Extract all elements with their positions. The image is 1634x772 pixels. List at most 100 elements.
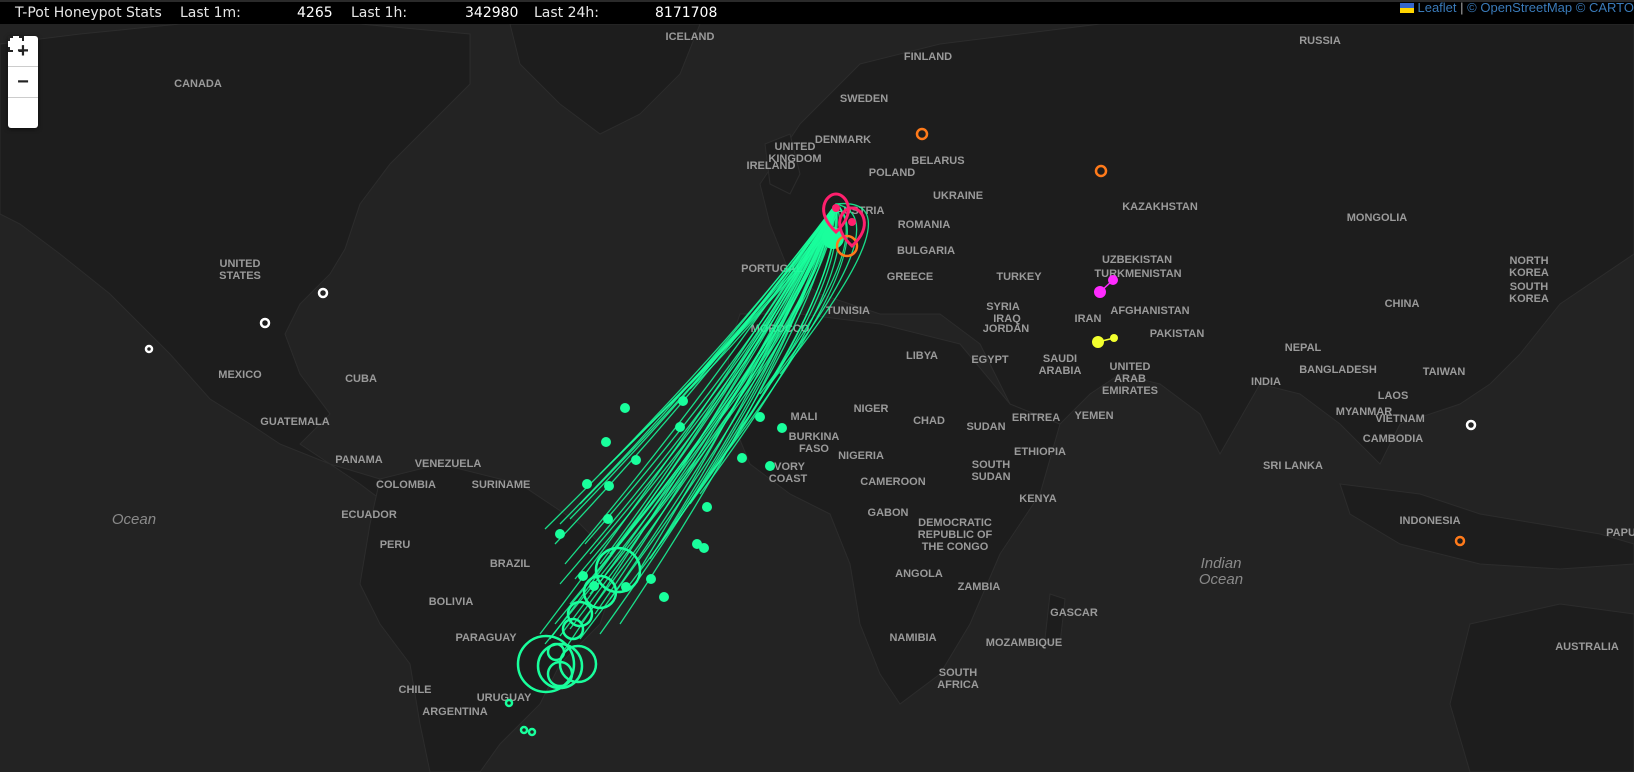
- country-label: FINLAND: [904, 51, 952, 63]
- map-canvas[interactable]: CANADA ICELAND FINLAND SWEDEN RUSSIA DENMARK U…: [0, 24, 1634, 772]
- country-label: NORTH KOREA: [1509, 255, 1549, 279]
- country-label: SUDAN: [966, 421, 1005, 433]
- country-label: NEPAL: [1285, 342, 1322, 354]
- stat-label-1m: Last 1m:: [180, 5, 241, 21]
- target-marker-dot: [848, 218, 856, 226]
- country-label: LAOS: [1378, 390, 1409, 402]
- country-label: GABON: [868, 507, 909, 519]
- country-label: SWEDEN: [840, 93, 888, 105]
- country-label: SOUTH KOREA: [1509, 281, 1549, 305]
- country-label: TURKEY: [996, 271, 1042, 283]
- source-dot: [555, 529, 565, 539]
- country-label: VIETNAM: [1375, 413, 1425, 425]
- country-label: DEMOCRATIC REPUBLIC OF THE CONGO: [918, 517, 993, 553]
- country-label: SRI LANKA: [1263, 460, 1323, 472]
- country-label: SURINAME: [472, 479, 531, 491]
- country-label: RUSSIA: [1299, 35, 1341, 47]
- country-label: POLAND: [869, 167, 916, 179]
- country-label: JORDAN: [983, 323, 1030, 335]
- country-label: IRAN: [1075, 313, 1102, 325]
- source-dot: [659, 592, 669, 602]
- country-label: CHINA: [1385, 298, 1420, 310]
- country-label: INDONESIA: [1399, 515, 1460, 527]
- country-label: CAMEROON: [860, 476, 925, 488]
- country-label: CAMBODIA: [1363, 433, 1424, 445]
- white-node: [317, 287, 329, 299]
- country-label: CUBA: [345, 373, 377, 385]
- country-label: KAZAKHSTAN: [1122, 201, 1198, 213]
- country-label: EGYPT: [971, 354, 1009, 366]
- ukraine-flag-icon: [1400, 3, 1415, 13]
- country-label: MALI: [791, 411, 818, 423]
- source-dot: [519, 725, 529, 735]
- country-label: ARGENTINA: [422, 706, 487, 718]
- country-label: UNITED STATES: [219, 258, 261, 282]
- country-label: ZAMBIA: [958, 581, 1001, 593]
- australia-landmass: [1449, 603, 1634, 772]
- country-label: AUSTRALIA: [1555, 641, 1619, 653]
- country-label: CHAD: [913, 415, 945, 427]
- country-label: NIGER: [854, 403, 889, 415]
- country-label: ECUADOR: [341, 509, 397, 521]
- source-dot: [603, 514, 613, 524]
- stat-value-24h: 8171708: [655, 5, 718, 21]
- country-label: URUGUAY: [477, 692, 532, 704]
- country-label: ETHIOPIA: [1014, 446, 1066, 458]
- country-label: KENYA: [1019, 493, 1057, 505]
- source-dot: [737, 453, 747, 463]
- country-label: ERITREA: [1012, 412, 1060, 424]
- ocean-label: Indian Ocean: [1199, 555, 1243, 588]
- country-label: CHILE: [399, 684, 432, 696]
- ocean-label: Ocean: [112, 511, 156, 528]
- source-dot: [601, 437, 611, 447]
- source-dot: [646, 574, 656, 584]
- source-dot: [675, 422, 685, 432]
- country-label: DENMARK: [815, 134, 871, 146]
- source-dot: [755, 412, 765, 422]
- carto-link[interactable]: © CARTO: [1576, 0, 1634, 15]
- white-node: [1465, 419, 1477, 431]
- source-dot: [604, 481, 614, 491]
- country-label: MONGOLIA: [1347, 212, 1408, 224]
- stat-value-1h: 342980: [465, 5, 519, 21]
- country-label: ICELAND: [666, 31, 715, 43]
- source-dot: [578, 571, 588, 581]
- fullscreen-button[interactable]: [8, 36, 38, 128]
- country-label: COLOMBIA: [376, 479, 436, 491]
- white-node: [144, 344, 154, 354]
- country-label: TUNISIA: [826, 305, 870, 317]
- country-label: AFGHANISTAN: [1110, 305, 1189, 317]
- zoom-out-button[interactable]: −: [8, 67, 38, 98]
- attribution-separator: |: [1460, 0, 1464, 15]
- country-label: YEMEN: [1074, 410, 1113, 422]
- country-label: ANGOLA: [895, 568, 943, 580]
- country-label: LIBYA: [906, 350, 938, 362]
- source-dot: [702, 502, 712, 512]
- country-label: GUATEMALA: [260, 416, 330, 428]
- country-label: VENEZUELA: [415, 458, 482, 470]
- osm-link[interactable]: © OpenStreetMap: [1467, 0, 1572, 15]
- stat-value-1m: 4265: [297, 5, 333, 21]
- country-label: TAIWAN: [1423, 366, 1466, 378]
- country-label: PERU: [380, 539, 411, 551]
- country-label: MEXICO: [218, 369, 262, 381]
- fullscreen-icon: [8, 36, 24, 52]
- country-label: BANGLADESH: [1299, 364, 1377, 376]
- stat-label-1h: Last 1h:: [351, 5, 408, 21]
- country-label: PAPUA: [1606, 527, 1634, 539]
- country-label: BELARUS: [911, 155, 964, 167]
- country-label: ROMANIA: [898, 219, 951, 231]
- indonesia-landmass: [1339, 483, 1634, 570]
- country-label: BOLIVIA: [429, 596, 474, 608]
- world-map[interactable]: CANADA ICELAND FINLAND SWEDEN RUSSIA DENMARK U…: [0, 24, 1634, 772]
- source-dot: [621, 582, 631, 592]
- leaflet-link[interactable]: Leaflet: [1417, 0, 1456, 15]
- country-label: SOUTH AFRICA: [937, 667, 979, 691]
- source-dot: [527, 727, 537, 737]
- source-dot: [699, 543, 709, 553]
- country-label: GREECE: [887, 271, 933, 283]
- zoom-controls: + −: [8, 36, 38, 128]
- south-america-landmass: [359, 463, 621, 772]
- source-dot: [765, 461, 775, 471]
- country-label: BULGARIA: [897, 245, 955, 257]
